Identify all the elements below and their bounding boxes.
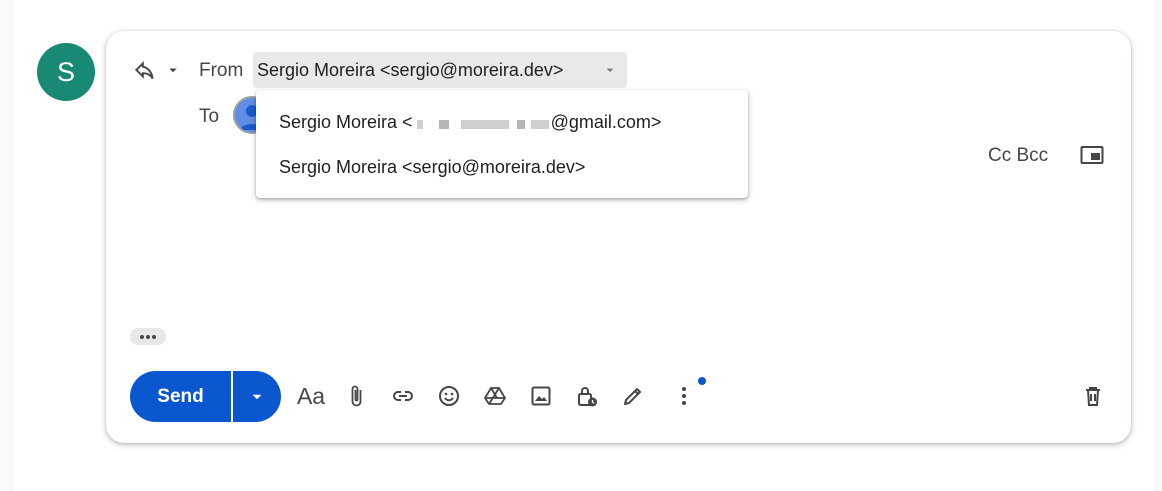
notification-dot [698,377,706,385]
sender-avatar: S [37,43,95,101]
redacted-email [413,113,551,133]
attach-icon[interactable] [342,382,370,410]
popout-icon[interactable] [1080,145,1104,165]
drive-icon[interactable] [481,382,509,410]
send-button-group: Send [130,371,281,422]
to-label: To [199,106,220,127]
from-address-dropdown: Sergio Moreira < @gmail.com> Sergio More… [256,90,748,198]
chevron-down-icon [606,68,614,72]
reply-type-caret-icon[interactable] [164,61,182,79]
signature-icon[interactable] [619,382,647,410]
link-icon[interactable] [389,382,417,410]
more-options-icon[interactable] [670,382,698,410]
from-option-moreira-dev[interactable]: Sergio Moreira <sergio@moreira.dev> [256,145,748,190]
from-label: From [199,60,244,81]
from-select[interactable]: Sergio Moreira <sergio@moreira.dev> [253,52,627,88]
reply-icon[interactable] [132,58,158,84]
from-option-gmail[interactable]: Sergio Moreira < @gmail.com> [256,100,748,145]
formatting-options-icon: Aa [296,382,326,409]
formatting-options-button[interactable]: Aa [297,382,325,410]
from-select-value: Sergio Moreira <sergio@moreira.dev> [257,59,564,80]
delete-icon[interactable] [1079,382,1107,410]
emoji-icon[interactable] [435,382,463,410]
show-trimmed-content-button[interactable] [130,328,166,345]
cc-bcc-button[interactable]: Cc Bcc [988,145,1048,167]
photo-icon[interactable] [527,382,555,410]
confidential-icon[interactable] [573,382,601,410]
chevron-down-icon [252,394,262,399]
send-button[interactable]: Send [130,371,233,422]
